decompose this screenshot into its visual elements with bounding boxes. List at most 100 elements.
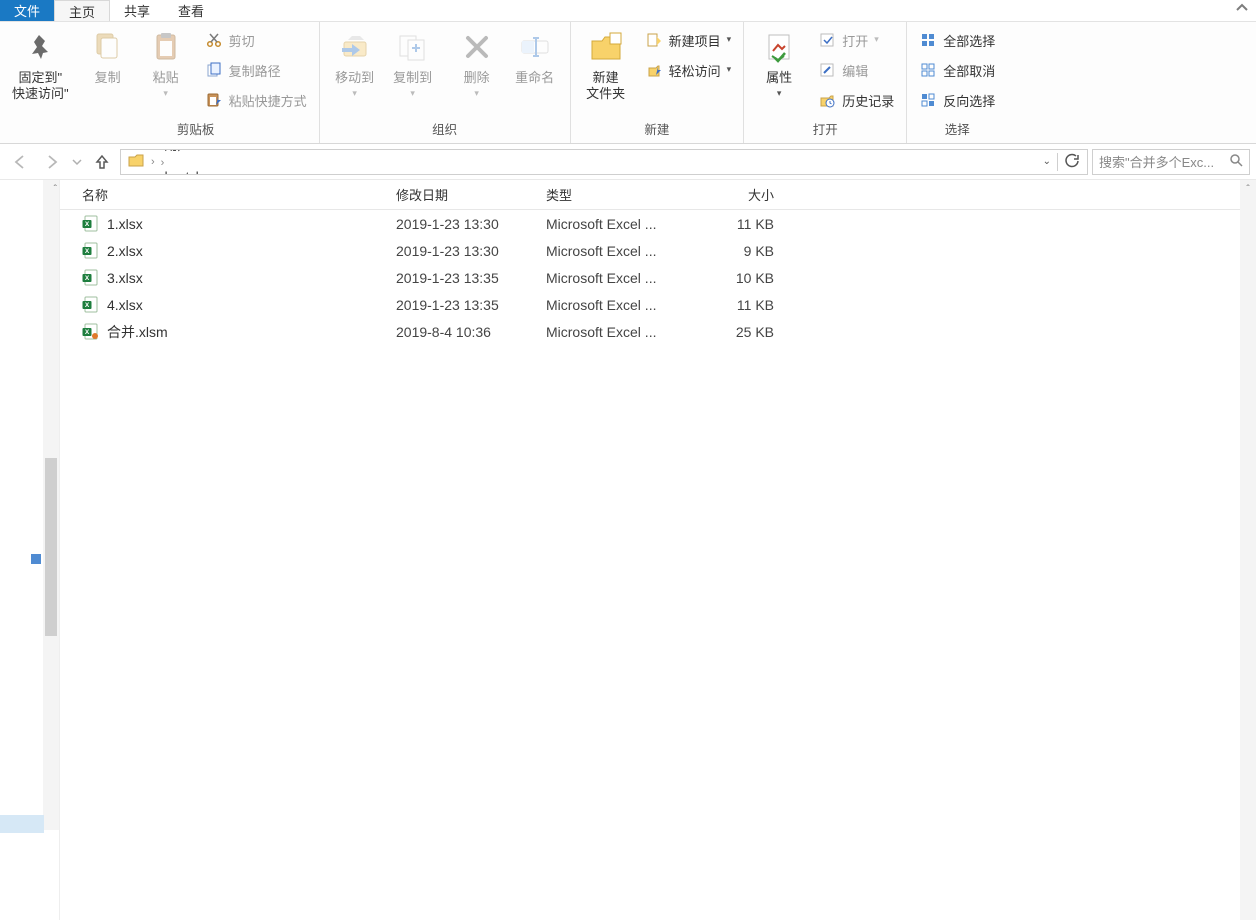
open-label: 打开: [842, 31, 868, 50]
column-headers: 名称 修改日期 类型 大小: [60, 180, 1256, 210]
svg-text:X: X: [85, 221, 90, 228]
new-item-button[interactable]: 新建项目 ▾: [641, 28, 736, 52]
svg-text:X: X: [85, 302, 90, 309]
group-clipboard-caption: 剪贴板: [81, 115, 311, 143]
tab-home[interactable]: 主页: [54, 0, 110, 21]
file-row[interactable]: X合并.xlsm2019-8-4 10:36Microsoft Excel ..…: [60, 318, 1256, 345]
address-bar[interactable]: › 此电脑›Windows (C:)›用户›hustyle›桌面›合并多个Exc…: [120, 149, 1088, 175]
list-scrollbar[interactable]: ˆ: [1240, 180, 1256, 920]
paste-shortcut-icon: [205, 91, 223, 109]
forward-button[interactable]: [38, 148, 66, 176]
group-open-caption: 打开: [752, 115, 898, 143]
header-name[interactable]: 名称: [60, 185, 396, 204]
group-organize: 移动到 ▾ 复制到 ▾ 删除 ▾ 重命名: [320, 22, 571, 143]
history-button[interactable]: 历史记录: [814, 88, 898, 112]
rename-button[interactable]: 重命名: [508, 26, 562, 88]
properties-button[interactable]: 属性 ▾: [752, 26, 806, 101]
copy-path-button[interactable]: 复制路径: [201, 58, 311, 82]
move-to-label: 移动到: [335, 70, 374, 86]
copy-to-button[interactable]: 复制到 ▾: [386, 26, 440, 101]
search-input[interactable]: 搜索"合并多个Exc...: [1092, 149, 1250, 175]
edit-icon: [818, 61, 836, 79]
file-name: 1.xlsx: [107, 216, 143, 232]
chevron-down-icon: ▾: [777, 88, 782, 99]
chevron-down-icon: ▾: [352, 88, 357, 99]
scroll-up-icon[interactable]: ˆ: [54, 184, 57, 195]
file-row[interactable]: X2.xlsx2019-1-23 13:30Microsoft Excel ..…: [60, 237, 1256, 264]
header-size[interactable]: 大小: [696, 185, 784, 204]
file-name: 2.xlsx: [107, 243, 143, 259]
up-button[interactable]: [88, 148, 116, 176]
excel-file-icon: X: [82, 323, 99, 340]
cut-label: 剪切: [229, 31, 255, 50]
chevron-right-icon[interactable]: ›: [149, 156, 157, 168]
easy-access-label: 轻松访问: [669, 61, 721, 80]
navigation-pane[interactable]: ˆ: [0, 180, 60, 920]
refresh-icon[interactable]: [1064, 153, 1079, 171]
breadcrumb-segment[interactable]: hustyle: [159, 169, 281, 175]
select-none-button[interactable]: 全部取消: [915, 58, 999, 82]
scroll-up-icon[interactable]: ˆ: [1240, 180, 1256, 199]
new-item-icon: [645, 31, 663, 49]
search-placeholder: 搜索"合并多个Exc...: [1099, 152, 1214, 171]
new-folder-label: 新建 文件夹: [586, 70, 625, 103]
file-row[interactable]: X1.xlsx2019-1-23 13:30Microsoft Excel ..…: [60, 210, 1256, 237]
copy-button[interactable]: 复制: [81, 26, 135, 88]
invert-selection-label: 反向选择: [943, 91, 995, 110]
rename-icon: [516, 28, 554, 66]
easy-access-button[interactable]: 轻松访问 ▾: [641, 58, 736, 82]
paste-button[interactable]: 粘贴 ▾: [139, 26, 193, 101]
content-area: ˆ ˆ 名称 修改日期 类型 大小 X1.xlsx2019-1-23 13:30…: [0, 180, 1256, 920]
file-type: Microsoft Excel ...: [546, 324, 696, 340]
breadcrumb-segment[interactable]: 用户: [159, 149, 281, 155]
left-scrollbar-thumb[interactable]: [45, 458, 57, 636]
paste-shortcut-button[interactable]: 粘贴快捷方式: [201, 88, 311, 112]
tab-file[interactable]: 文件: [0, 0, 54, 21]
file-row[interactable]: X3.xlsx2019-1-23 13:35Microsoft Excel ..…: [60, 264, 1256, 291]
header-type[interactable]: 类型: [546, 185, 696, 204]
chevron-right-icon[interactable]: ›: [159, 157, 167, 169]
group-pin: 固定到" 快速访问" .: [0, 22, 73, 143]
tab-share[interactable]: 共享: [110, 0, 164, 21]
collapse-ribbon-icon[interactable]: [1236, 2, 1248, 17]
pin-quick-access-button[interactable]: 固定到" 快速访问": [8, 26, 73, 105]
chevron-down-icon: ▾: [874, 34, 879, 45]
group-clipboard: 复制 粘贴 ▾ 剪切: [73, 22, 320, 143]
excel-file-icon: X: [82, 296, 99, 313]
chevron-down-icon: ▾: [727, 34, 732, 45]
svg-text:X: X: [85, 248, 90, 255]
move-to-icon: [336, 28, 374, 66]
properties-icon: [760, 28, 798, 66]
paste-label: 粘贴: [153, 70, 179, 86]
chevron-down-icon[interactable]: ⌄: [1043, 156, 1051, 167]
tab-bar: 文件 主页 共享 查看: [0, 0, 1256, 22]
move-to-button[interactable]: 移动到 ▾: [328, 26, 382, 101]
new-folder-button[interactable]: 新建 文件夹: [579, 26, 633, 105]
paste-shortcut-label: 粘贴快捷方式: [229, 91, 307, 110]
nav-selection-highlight: [0, 815, 44, 833]
header-date[interactable]: 修改日期: [396, 185, 546, 204]
tab-view[interactable]: 查看: [164, 0, 218, 21]
group-organize-caption: 组织: [328, 115, 562, 143]
recent-locations-button[interactable]: [70, 148, 84, 176]
excel-file-icon: X: [82, 215, 99, 232]
file-size: 9 KB: [696, 243, 784, 259]
copy-path-icon: [205, 61, 223, 79]
cut-button[interactable]: 剪切: [201, 28, 311, 52]
file-row[interactable]: X4.xlsx2019-1-23 13:35Microsoft Excel ..…: [60, 291, 1256, 318]
copy-label: 复制: [95, 70, 121, 86]
invert-selection-button[interactable]: 反向选择: [915, 88, 999, 112]
svg-text:X: X: [85, 275, 90, 282]
copy-to-icon: [394, 28, 432, 66]
edit-button[interactable]: 编辑: [814, 58, 898, 82]
excel-file-icon: X: [82, 242, 99, 259]
history-label: 历史记录: [842, 91, 894, 110]
back-button[interactable]: [6, 148, 34, 176]
select-all-button[interactable]: 全部选择: [915, 28, 999, 52]
invert-selection-icon: [919, 91, 937, 109]
chevron-down-icon: ▾: [410, 88, 415, 99]
file-size: 25 KB: [696, 324, 784, 340]
select-none-icon: [919, 61, 937, 79]
delete-button[interactable]: 删除 ▾: [450, 26, 504, 101]
open-button[interactable]: 打开 ▾: [814, 28, 898, 52]
